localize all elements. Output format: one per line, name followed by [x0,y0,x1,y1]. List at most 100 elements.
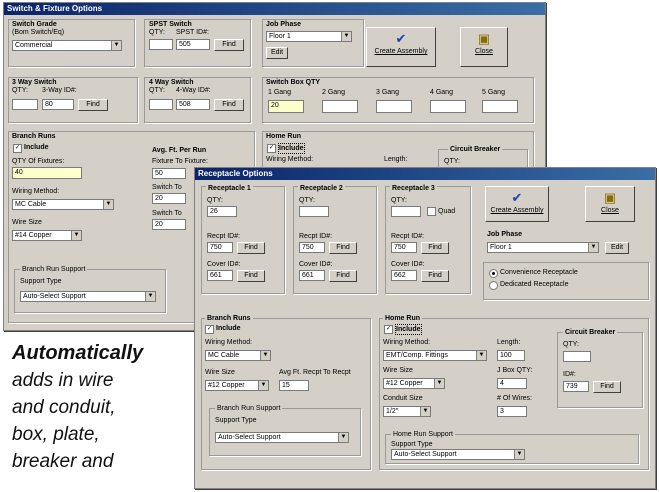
home-include-checkbox[interactable]: ✓ [267,144,276,153]
gang-3-label: 3 Gang [376,89,399,96]
wiring-method-select[interactable]: MC Cable ▼ [12,199,114,210]
wiring-method-select[interactable]: MC Cable ▼ [205,350,271,361]
receptacle-2-id-input[interactable]: 750 [299,242,325,253]
close-button[interactable]: ▣ Close [585,186,635,222]
wire-size-select[interactable]: #12 Copper ▼ [205,380,269,391]
four-way-qty-input[interactable] [149,99,173,110]
dropdown-arrow-icon: ▼ [420,407,430,416]
four-way-id-input[interactable]: 508 [176,99,210,110]
home-support-type-label: Support Type [391,441,433,448]
spst-id-input[interactable]: 505 [176,39,210,50]
receptacle-2-id-label: Recpt ID#: [299,233,333,240]
dropdown-arrow-icon: ▼ [588,243,598,252]
receptacle-2-qty-input[interactable] [299,206,329,217]
receptacle-1-id-input[interactable]: 750 [207,242,233,253]
job-phase-value: Floor 1 [269,33,291,40]
breaker-qty-input[interactable] [563,351,591,362]
receptacle-1-find-button[interactable]: Find [237,242,265,254]
receptacle-1-cover-find-button[interactable]: Find [237,270,265,282]
gang-1-input[interactable]: 20 [268,100,304,113]
receptacle-2-cover-input[interactable]: 661 [299,270,325,281]
dropdown-arrow-icon: ▼ [341,32,351,41]
home-wiring-select[interactable]: EMT/Comp. Fittings ▼ [383,350,487,361]
receptacle-1-qty-label: QTY: [207,197,223,204]
dedicated-label: Dedicated Receptacle [500,281,569,288]
door-icon: ▣ [477,31,491,46]
caption-line-2: and conduit, [12,397,116,418]
gang-4-input[interactable] [430,100,466,113]
branch-include-checkbox[interactable]: ✓ [13,144,22,153]
fixture-to-fixture-label: Fixture To Fixture: [152,158,208,165]
conduit-size-value: 1/2" [386,408,399,415]
window-title: Receptacle Options [195,168,655,180]
support-type-select[interactable]: Auto-Select Support ▼ [215,432,349,443]
gang-2-input[interactable] [322,100,358,113]
quad-checkbox[interactable] [427,207,436,216]
branch-include-checkbox[interactable]: ✓ [205,325,214,334]
three-way-find-button[interactable]: Find [78,99,108,111]
receptacle-1-cover-input[interactable]: 661 [207,270,233,281]
receptacle-1-cover-label: Cover ID#: [207,261,241,268]
receptacle-3-qty-input[interactable] [391,206,421,217]
home-wiring-label: Wiring Method: [266,156,314,163]
home-wiring-label: Wiring Method: [383,339,431,346]
job-phase-edit-button[interactable]: Edit [266,47,288,59]
wiring-method-value: MC Cable [15,201,47,208]
job-phase-edit-button[interactable]: Edit [605,242,629,254]
fixture-to-fixture-input[interactable]: 50 [152,168,186,179]
receptacle-2-cover-find-button[interactable]: Find [329,270,357,282]
three-way-qty-input[interactable] [12,99,38,110]
home-wiring-value: EMT/Comp. Fittings [386,352,448,359]
convenience-radio[interactable] [489,269,498,278]
receptacle-options-window: Receptacle Options Receptacle 1 QTY: 26 … [194,167,656,489]
switch-box-label: Switch Box QTY [266,79,321,86]
breaker-id-label: ID#: [563,371,576,378]
home-wire-size-select[interactable]: #12 Copper ▼ [383,378,445,389]
switch-to-1-input[interactable]: 20 [152,193,186,204]
support-type-label: Support Type [215,417,257,424]
home-support-type-select[interactable]: Auto-Select Support ▼ [391,449,525,460]
close-button[interactable]: ▣ Close [460,27,508,67]
breaker-qty-label: QTY: [563,341,579,348]
switch-to-2-input[interactable]: 20 [152,219,186,230]
num-wires-input[interactable]: 3 [497,406,527,417]
spst-find-button[interactable]: Find [214,39,244,51]
door-icon: ▣ [603,190,617,205]
wire-size-value: #12 Copper [208,382,245,389]
wiring-method-label: Wiring Method: [12,188,60,195]
gang-5-input[interactable] [482,100,518,113]
switch-grade-select[interactable]: Commercial ▼ [12,40,122,51]
job-phase-select[interactable]: Floor 1 ▼ [487,242,599,253]
qty-fixtures-label: QTY Of Fixtures: [12,158,65,165]
receptacle-3-find-button[interactable]: Find [421,242,449,254]
receptacle-2-find-button[interactable]: Find [329,242,357,254]
receptacle-3-id-input[interactable]: 750 [391,242,417,253]
four-way-find-button[interactable]: Find [214,99,244,111]
wire-size-select[interactable]: #14 Copper ▼ [12,230,82,241]
conduit-size-select[interactable]: 1/2" ▼ [383,406,431,417]
breaker-id-input[interactable]: 739 [563,381,589,392]
receptacle-1-qty-input[interactable]: 26 [207,206,237,217]
four-way-qty-label: QTY: [149,87,165,94]
spst-qty-input[interactable] [149,39,173,50]
three-way-id-input[interactable]: 80 [42,99,74,110]
jbox-qty-input[interactable]: 4 [497,378,527,389]
receptacle-3-cover-find-button[interactable]: Find [421,270,449,282]
create-assembly-button[interactable]: ✔ Create Assembly [366,27,436,67]
create-assembly-button[interactable]: ✔ Create Assembly [485,186,549,222]
home-length-input[interactable]: 100 [497,350,525,361]
home-include-checkbox[interactable]: ✓ [384,325,393,334]
dedicated-radio[interactable] [489,281,498,290]
support-type-select[interactable]: Auto-Select Support ▼ [20,291,156,302]
branch-support-label: Branch Run Support [215,404,283,413]
qty-fixtures-input[interactable]: 40 [12,167,82,179]
caption-line-4: breaker and [12,451,114,472]
gang-4-label: 4 Gang [430,89,453,96]
gang-3-input[interactable] [376,100,412,113]
avg-ft-input[interactable]: 15 [279,380,309,391]
receptacle-3-cover-input[interactable]: 662 [391,270,417,281]
feature-caption: Automatically adds in wire and conduit, … [12,340,192,475]
job-phase-select[interactable]: Floor 1 ▼ [266,31,352,42]
breaker-find-button[interactable]: Find [593,381,621,393]
quad-label: Quad [438,208,456,215]
